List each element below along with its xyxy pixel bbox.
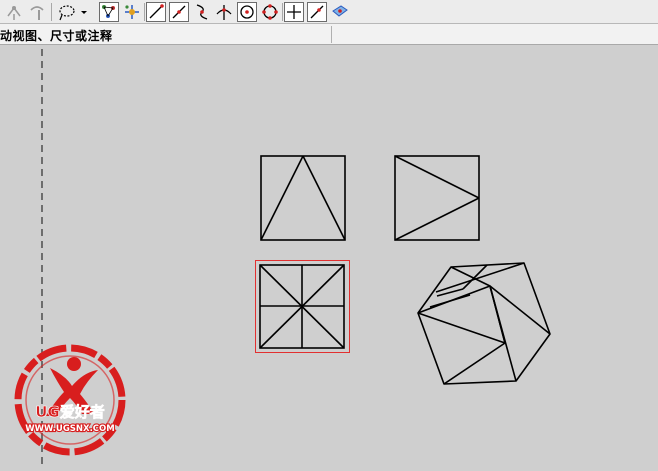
isometric-view[interactable]: [417, 262, 551, 385]
snap-midpoint-icon[interactable]: [122, 2, 142, 22]
top-view[interactable]: [255, 260, 350, 353]
snap-endpoint-icon[interactable]: [146, 2, 166, 22]
chain-constructor-icon[interactable]: [27, 2, 47, 22]
cue-line: 动视图、尺寸或注释: [0, 24, 658, 45]
snap-arc-center-icon[interactable]: [237, 2, 257, 22]
cue-line-text: 动视图、尺寸或注释: [0, 29, 113, 43]
snap-control-point-icon[interactable]: [99, 2, 119, 22]
snap-midpoint-line-icon[interactable]: [169, 2, 189, 22]
snap-toolbar: [0, 0, 658, 24]
snap-existing-point-icon[interactable]: [284, 2, 304, 22]
snap-quadrant-icon[interactable]: [260, 2, 280, 22]
ugsnx-watermark-logo: UG爱好者 WWW.UGSNX.COM: [10, 340, 130, 460]
cue-line-divider: [331, 26, 332, 43]
snap-point-on-curve-icon[interactable]: [307, 2, 327, 22]
right-view[interactable]: [394, 155, 480, 241]
snap-intersection-icon[interactable]: [214, 2, 234, 22]
front-view[interactable]: [260, 155, 346, 241]
chevron-down-icon[interactable]: [78, 2, 90, 22]
point-constructor-icon[interactable]: [4, 2, 24, 22]
snap-surface-icon[interactable]: [330, 2, 350, 22]
watermark-url: WWW.UGSNX.COM: [25, 424, 114, 434]
watermark-brand: UG爱好者: [35, 403, 105, 421]
lasso-select-icon[interactable]: [56, 2, 76, 22]
snap-curve-icon[interactable]: [192, 2, 212, 22]
